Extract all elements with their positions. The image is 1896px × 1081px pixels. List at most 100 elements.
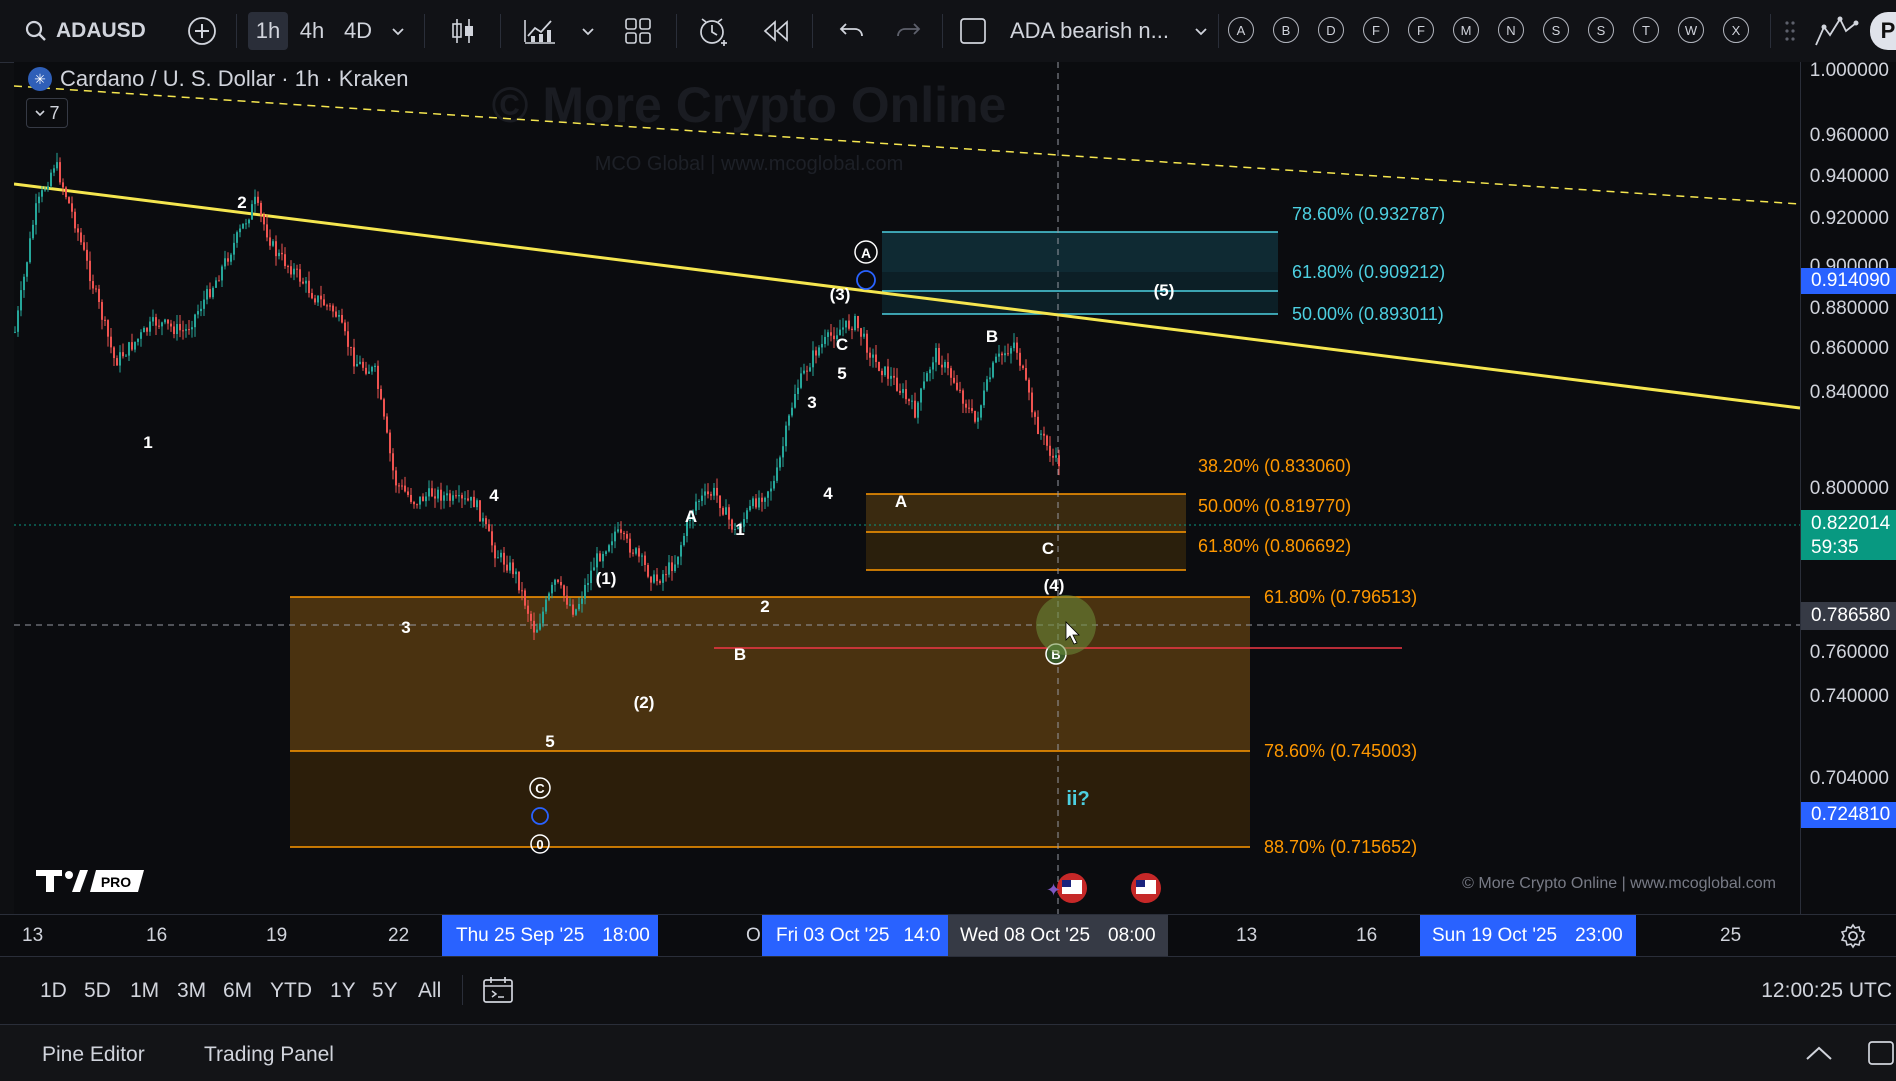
range-5d[interactable]: 5D bbox=[84, 979, 111, 1003]
replay-button[interactable] bbox=[758, 12, 794, 50]
shortcut-letter-b[interactable]: B bbox=[1273, 17, 1299, 43]
timeframe-dropdown[interactable] bbox=[384, 12, 412, 50]
candle-body bbox=[134, 341, 136, 350]
range-1y[interactable]: 1Y bbox=[330, 979, 356, 1003]
time-axis[interactable]: 13 16 19 22 Thu 25 Sep '25 18:00 O Fri 0… bbox=[0, 914, 1896, 957]
fib-zone-upper bbox=[882, 232, 1278, 272]
range-all[interactable]: All bbox=[418, 979, 441, 1003]
indicators-dropdown[interactable] bbox=[574, 12, 602, 50]
candle-body bbox=[365, 367, 367, 374]
chart-type-button[interactable] bbox=[446, 12, 480, 50]
candle-body bbox=[983, 390, 985, 406]
undo-button[interactable] bbox=[834, 12, 868, 50]
fib-label-lower: 61.80% (0.796513) bbox=[1264, 587, 1417, 607]
goto-date-button[interactable] bbox=[482, 975, 514, 1010]
range-ytd[interactable]: YTD bbox=[270, 979, 312, 1003]
candle-body bbox=[977, 417, 979, 422]
shortcut-letter-f[interactable]: F bbox=[1408, 17, 1434, 43]
candle-body bbox=[242, 223, 244, 229]
chart-settings-button[interactable] bbox=[1840, 923, 1866, 954]
wave-anchor-circle bbox=[856, 270, 876, 290]
candle-body bbox=[311, 293, 313, 299]
candle-body bbox=[914, 400, 916, 418]
price-axis[interactable]: 1.000000 0.960000 0.940000 0.920000 0.90… bbox=[1800, 60, 1896, 914]
range-3m[interactable]: 3M bbox=[177, 979, 206, 1003]
candle-body bbox=[245, 223, 247, 225]
shortcut-letter-d[interactable]: D bbox=[1318, 17, 1344, 43]
layout-dropdown[interactable] bbox=[1190, 12, 1212, 50]
layouts-button[interactable] bbox=[620, 12, 656, 50]
utc-clock[interactable]: 12:00:25 UTC bbox=[1761, 979, 1892, 1003]
time-badge-date: Wed 08 Oct '25 bbox=[960, 925, 1091, 946]
tab-trading-panel[interactable]: Trading Panel bbox=[204, 1043, 334, 1067]
alert-button[interactable] bbox=[694, 12, 734, 50]
candle-body bbox=[386, 416, 388, 433]
shortcut-letter-x[interactable]: X bbox=[1723, 17, 1749, 43]
indicators-button[interactable] bbox=[520, 12, 560, 50]
drag-handle[interactable] bbox=[1780, 12, 1800, 50]
chart-pane[interactable]: © More Crypto Online MCO Global | www.mc… bbox=[13, 62, 1801, 914]
candle-body bbox=[323, 299, 325, 306]
price-tick: 1.000000 bbox=[1809, 60, 1889, 81]
candle-body bbox=[956, 382, 958, 390]
candle-body bbox=[200, 308, 202, 312]
layout-name[interactable]: ADA bearish n... bbox=[1010, 12, 1180, 50]
candle-body bbox=[569, 604, 571, 606]
time-badge-selected: Thu 25 Sep '25 18:00 bbox=[442, 915, 658, 957]
wave-label: A bbox=[685, 507, 697, 526]
tab-pine-editor[interactable]: Pine Editor bbox=[42, 1043, 145, 1067]
shortcut-letter-a[interactable]: A bbox=[1228, 17, 1254, 43]
time-badge-date: Fri 03 Oct '25 bbox=[776, 925, 890, 946]
candle-body bbox=[881, 370, 883, 376]
current-price: 0.822014 bbox=[1811, 513, 1891, 534]
price-chart[interactable]: © More Crypto Online MCO Global | www.mc… bbox=[13, 62, 1801, 914]
candle-body bbox=[650, 576, 652, 583]
wave-label: 5 bbox=[837, 364, 846, 383]
collapse-panel-button[interactable] bbox=[1804, 1043, 1834, 1068]
maximize-panel-button[interactable] bbox=[1866, 1039, 1896, 1072]
wave-tool-button[interactable] bbox=[1812, 12, 1862, 50]
redo-button[interactable] bbox=[892, 12, 926, 50]
candle-body bbox=[548, 593, 550, 600]
candle-body bbox=[287, 266, 289, 268]
layout-checkbox[interactable] bbox=[956, 12, 990, 50]
wave-label: (1) bbox=[596, 569, 617, 588]
candle-body bbox=[353, 347, 355, 367]
indicators-collapse-button[interactable]: 7 bbox=[26, 98, 68, 128]
symbol-search[interactable]: ADAUSD bbox=[24, 12, 164, 50]
candle-body bbox=[341, 315, 343, 323]
candle-body bbox=[824, 336, 826, 344]
candle-body bbox=[431, 488, 433, 497]
shortcut-letter-f[interactable]: F bbox=[1363, 17, 1389, 43]
range-5y[interactable]: 5Y bbox=[372, 979, 398, 1003]
candle-body bbox=[1043, 433, 1045, 436]
add-symbol-button[interactable] bbox=[184, 12, 220, 50]
candle-body bbox=[77, 228, 79, 233]
candle-body bbox=[146, 327, 148, 332]
user-avatar[interactable]: P bbox=[1870, 12, 1896, 50]
candle-body bbox=[329, 305, 331, 307]
candle-body bbox=[905, 389, 907, 400]
shortcut-letter-n[interactable]: N bbox=[1498, 17, 1524, 43]
timeframe-4h[interactable]: 4h bbox=[292, 12, 332, 50]
shortcut-letter-t[interactable]: T bbox=[1633, 17, 1659, 43]
range-1m[interactable]: 1M bbox=[130, 979, 159, 1003]
candle-body bbox=[791, 407, 793, 416]
range-6m[interactable]: 6M bbox=[223, 979, 252, 1003]
shortcut-letter-w[interactable]: W bbox=[1678, 17, 1704, 43]
candle-body bbox=[794, 394, 796, 408]
candle-body bbox=[902, 389, 904, 393]
shortcut-letter-s[interactable]: S bbox=[1543, 17, 1569, 43]
candle-body bbox=[440, 489, 442, 501]
candle-body bbox=[644, 555, 646, 565]
timeframe-1h[interactable]: 1h bbox=[248, 12, 288, 50]
timeframe-4d[interactable]: 4D bbox=[338, 12, 378, 50]
chevron-down-icon bbox=[582, 28, 594, 36]
shortcut-letter-s[interactable]: S bbox=[1588, 17, 1614, 43]
range-1d[interactable]: 1D bbox=[40, 979, 67, 1003]
indicators-icon bbox=[524, 20, 555, 44]
shortcut-letter-m[interactable]: M bbox=[1453, 17, 1479, 43]
candle-body bbox=[584, 584, 586, 599]
candle-body bbox=[665, 574, 667, 576]
symbol-legend[interactable]: ✳ Cardano / U. S. Dollar · 1h · Kraken bbox=[28, 66, 408, 92]
